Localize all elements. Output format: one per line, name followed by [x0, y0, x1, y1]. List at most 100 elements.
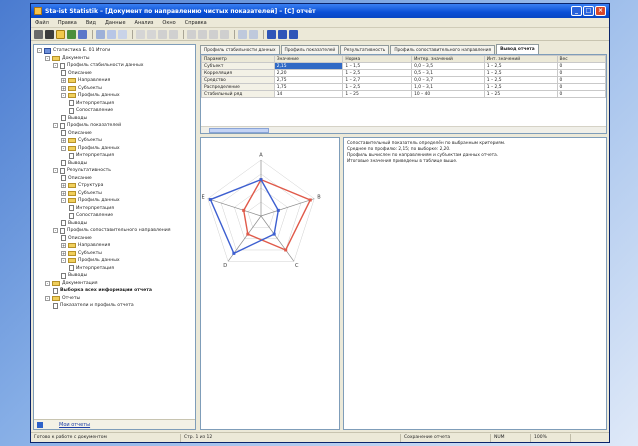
table-cell[interactable]: 0: [556, 83, 606, 91]
column-header[interactable]: Параметр: [201, 55, 275, 63]
tab-stability-profile[interactable]: Профиль стабильности данных: [200, 45, 280, 54]
close-button[interactable]: ×: [595, 6, 606, 16]
tree-item[interactable]: Описание: [34, 235, 195, 243]
open-folder-icon[interactable]: [56, 29, 65, 39]
menu-data[interactable]: Данные: [105, 20, 126, 26]
tree-item[interactable]: Показатели и профиль отчета: [34, 302, 195, 310]
expand-toggle-icon[interactable]: +: [61, 183, 66, 189]
collapse-toggle-icon[interactable]: -: [53, 63, 58, 69]
expand-toggle-icon[interactable]: +: [61, 78, 66, 84]
tab-performance[interactable]: Результативность: [340, 45, 390, 54]
collapse-toggle-icon[interactable]: -: [61, 145, 66, 151]
table-cell[interactable]: 1 – 2,5: [483, 76, 558, 84]
tree-item[interactable]: Описание: [34, 175, 195, 183]
menu-file[interactable]: Файл: [35, 20, 49, 26]
collapse-toggle-icon[interactable]: -: [61, 258, 66, 264]
tree-item[interactable]: Выводы: [34, 220, 195, 228]
column-header[interactable]: Интер. значений: [411, 55, 485, 63]
tree-item[interactable]: + Структура: [34, 182, 195, 190]
tree-item[interactable]: Выводы: [34, 160, 195, 168]
collapse-toggle-icon[interactable]: -: [53, 123, 58, 129]
tree-item[interactable]: Сопоставление: [34, 212, 195, 220]
tree-item[interactable]: - Профиль данных: [34, 197, 195, 205]
tree-item[interactable]: - Документация: [34, 280, 195, 288]
table-cell[interactable]: 0: [556, 62, 606, 70]
tree-item[interactable]: + Субъекты: [34, 137, 195, 145]
tree-item[interactable]: - Отчеты: [34, 295, 195, 303]
tree-item[interactable]: Выводы: [34, 115, 195, 123]
table-cell[interactable]: Стабильный ряд: [201, 90, 275, 98]
expand-toggle-icon[interactable]: +: [61, 138, 66, 144]
tree-item[interactable]: + Субъекты: [34, 250, 195, 258]
table-cell[interactable]: 1 – 2,5: [342, 69, 413, 77]
table-cell[interactable]: 1 – 2,5: [483, 83, 558, 91]
scrollbar-thumb[interactable]: [209, 128, 269, 133]
tree-item[interactable]: + Направления: [34, 242, 195, 250]
collapse-toggle-icon[interactable]: -: [45, 55, 50, 61]
collapse-toggle-icon[interactable]: -: [45, 295, 50, 301]
table-cell[interactable]: 0: [556, 90, 606, 98]
export-icon[interactable]: [278, 29, 287, 39]
tab-report-output[interactable]: Вывод отчета: [496, 44, 539, 54]
tree-item[interactable]: - Результативность: [34, 167, 195, 175]
expand-toggle-icon[interactable]: +: [61, 85, 66, 91]
expand-toggle-icon[interactable]: +: [61, 190, 66, 196]
menu-view[interactable]: Вид: [86, 20, 96, 26]
column-header[interactable]: Инт. значений: [483, 55, 558, 63]
tree-item[interactable]: + Направления: [34, 77, 195, 85]
table-cell[interactable]: Средство: [201, 76, 275, 84]
tree-item[interactable]: - Профиль сопоставительного направления: [34, 227, 195, 235]
table-cell[interactable]: 0: [556, 69, 606, 77]
paste-icon[interactable]: [118, 29, 127, 39]
tree-item[interactable]: - Профиль данных: [34, 257, 195, 265]
tree-item[interactable]: Интерпретация: [34, 100, 195, 108]
menu-window[interactable]: Окно: [162, 20, 175, 26]
table-cell[interactable]: 14: [273, 90, 344, 98]
filter-icon[interactable]: [169, 29, 178, 39]
table-cell[interactable]: 1 – 2,7: [342, 76, 413, 84]
my-reports-link[interactable]: Мои отчеты: [59, 422, 90, 428]
report-icon[interactable]: [267, 29, 276, 39]
table-icon[interactable]: [220, 29, 229, 39]
sort-icon[interactable]: [187, 29, 196, 39]
column-header[interactable]: Вес: [556, 55, 606, 63]
table-cell[interactable]: 2,75: [273, 76, 344, 84]
horizontal-scrollbar[interactable]: [201, 126, 606, 133]
tree-item[interactable]: + Субъекты: [34, 85, 195, 93]
table-cell[interactable]: 1,0 – 3,1: [411, 83, 485, 91]
collapse-toggle-icon[interactable]: -: [45, 280, 50, 286]
tree-item[interactable]: - Документы: [34, 55, 195, 63]
undo-icon[interactable]: [136, 29, 145, 39]
column-header[interactable]: Норма: [342, 55, 413, 63]
tree-item[interactable]: - Статистика Б. 01 Итоги: [34, 47, 195, 55]
tree-item[interactable]: Интерпретация: [34, 205, 195, 213]
copy-icon[interactable]: [107, 29, 116, 39]
table-cell[interactable]: 2,20: [273, 69, 344, 77]
table-row[interactable]: Корреляция 2,20 1 – 2,5 0,5 – 3,1 1 – 2,…: [201, 69, 606, 77]
tree-item[interactable]: - Профиль показателей: [34, 122, 195, 130]
table-row[interactable]: Средство 2,75 1 – 2,7 0,0 – 3,7 1 – 2,5 …: [201, 76, 606, 84]
table-cell[interactable]: Распределение: [201, 83, 275, 91]
expand-toggle-icon[interactable]: +: [61, 250, 66, 256]
table-row[interactable]: Субъект 2,15 1 – 1,5 0,0 – 3,5 1 – 2,5 0: [201, 62, 606, 70]
table-cell[interactable]: 0: [556, 76, 606, 84]
print-icon[interactable]: [78, 29, 87, 39]
table-cell[interactable]: 1,75: [273, 83, 344, 91]
tree-item[interactable]: Выборка всех информации отчета: [34, 287, 195, 295]
table-cell[interactable]: 0,5 – 3,1: [411, 69, 485, 77]
save-icon[interactable]: [67, 29, 76, 39]
table-cell[interactable]: Корреляция: [201, 69, 275, 77]
table-cell[interactable]: 2,15: [273, 62, 344, 70]
table-cell[interactable]: 1 – 2,5: [483, 69, 558, 77]
tree-item[interactable]: Описание: [34, 130, 195, 138]
back-icon[interactable]: [34, 29, 43, 39]
tree-item[interactable]: Интерпретация: [34, 152, 195, 160]
menu-edit[interactable]: Правка: [58, 20, 77, 26]
find-icon[interactable]: [158, 29, 167, 39]
tree-item[interactable]: Описание: [34, 70, 195, 78]
menu-help[interactable]: Справка: [185, 20, 207, 26]
minimize-button[interactable]: _: [571, 6, 582, 16]
table-cell[interactable]: 0,0 – 3,5: [411, 62, 485, 70]
table-cell[interactable]: 1 – 2,5: [342, 83, 413, 91]
expand-toggle-icon[interactable]: +: [61, 243, 66, 249]
